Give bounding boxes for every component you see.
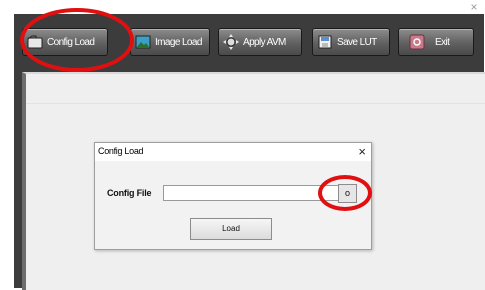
save-lut-label: Save LUT <box>337 36 377 48</box>
config-file-input[interactable] <box>163 185 341 201</box>
load-button[interactable]: Load <box>190 218 272 240</box>
apply-avm-label: Apply AVM <box>243 36 286 48</box>
dialog-titlebar: Config Load × <box>95 143 371 161</box>
exit-icon <box>409 34 425 50</box>
divider <box>26 103 485 104</box>
dialog-close-button[interactable]: × <box>358 143 366 161</box>
exit-label: Exit <box>435 36 450 48</box>
apply-avm-button[interactable]: Apply AVM <box>218 28 302 56</box>
exit-button[interactable]: Exit <box>398 28 474 56</box>
gear-arrows-icon <box>223 34 239 50</box>
config-file-label: Config File <box>107 188 152 198</box>
save-lut-button[interactable]: Save LUT <box>312 28 390 56</box>
floppy-disk-icon <box>317 34 333 50</box>
window-close-button[interactable]: × <box>465 0 483 14</box>
dialog-title: Config Load <box>98 146 144 156</box>
image-load-label: Image Load <box>155 36 202 48</box>
image-icon <box>135 34 151 50</box>
annotation-circle-config-load <box>20 8 134 72</box>
image-load-button[interactable]: Image Load <box>130 28 210 56</box>
annotation-circle-browse <box>318 175 372 211</box>
